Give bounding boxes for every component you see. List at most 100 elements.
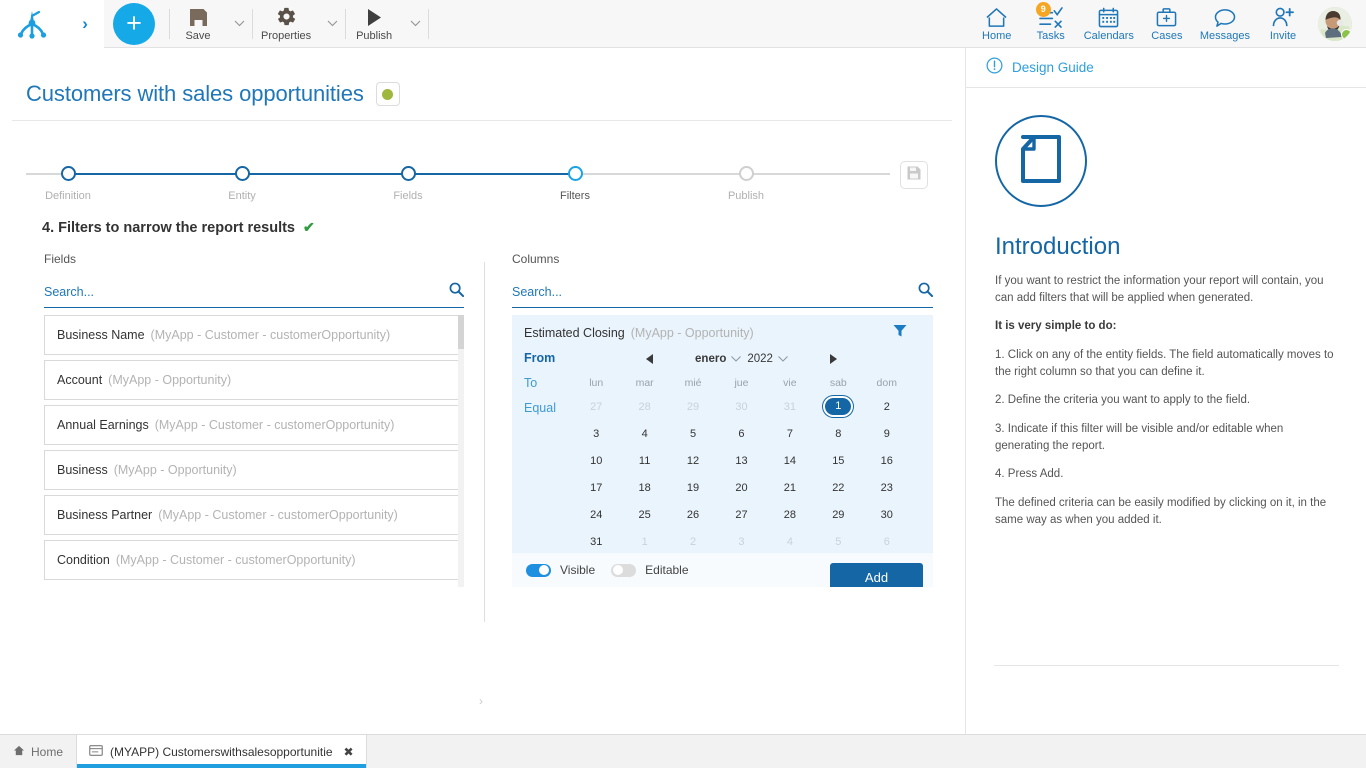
filter-op-to[interactable]: To: [524, 376, 572, 390]
calendar-day[interactable]: 19: [669, 474, 717, 501]
calendar-day[interactable]: 11: [620, 447, 668, 474]
weekday-label: vie: [766, 373, 814, 393]
toolbar-save-button[interactable]: Save: [170, 0, 226, 48]
field-source: (MyApp - Customer - customerOpportunity): [158, 508, 398, 522]
step-filters-dot[interactable]: [568, 166, 583, 181]
user-avatar[interactable]: [1318, 7, 1352, 41]
nav-home-button[interactable]: Home: [970, 0, 1024, 48]
calendar-day[interactable]: 4: [620, 420, 668, 447]
calendar-day[interactable]: 6: [717, 420, 765, 447]
nav-messages-button[interactable]: Messages: [1194, 0, 1256, 48]
fields-search-input[interactable]: [44, 285, 401, 299]
calendar-day[interactable]: 2: [669, 528, 717, 555]
filter-op-from[interactable]: From: [524, 351, 572, 365]
calendar-day[interactable]: 25: [620, 501, 668, 528]
toolbar-properties-caret[interactable]: [319, 0, 345, 48]
calendar-day[interactable]: 17: [572, 474, 620, 501]
step-definition-dot[interactable]: [61, 166, 76, 181]
create-new-button[interactable]: +: [113, 3, 155, 45]
calendar-day[interactable]: 14: [766, 447, 814, 474]
step-filters[interactable]: Filters: [530, 153, 620, 202]
calendar-day[interactable]: 30: [863, 501, 911, 528]
calendar-day[interactable]: 24: [572, 501, 620, 528]
next-arrow-icon[interactable]: [818, 348, 850, 370]
calendar-day[interactable]: 29: [814, 501, 862, 528]
calendar-day[interactable]: 31: [572, 528, 620, 555]
sidebar-expand-icon[interactable]: ›: [82, 14, 88, 34]
step-publish-dot[interactable]: [739, 166, 754, 181]
calendar-day[interactable]: 21: [766, 474, 814, 501]
add-filter-button[interactable]: Add: [830, 563, 923, 587]
calendar-year-select[interactable]: 2022: [747, 353, 788, 365]
calendar-day[interactable]: 7: [766, 420, 814, 447]
list-item[interactable]: Business Partner (MyApp - Customer - cus…: [44, 495, 464, 535]
calendar-day[interactable]: 12: [669, 447, 717, 474]
nav-cases-button[interactable]: Cases: [1140, 0, 1194, 48]
calendar-day[interactable]: 13: [717, 447, 765, 474]
editable-toggle[interactable]: [611, 564, 636, 577]
visible-toggle[interactable]: [526, 564, 551, 577]
design-guide-outro: The defined criteria can be easily modif…: [995, 495, 1336, 528]
calendar-day[interactable]: 9: [863, 420, 911, 447]
step-fields[interactable]: Fields: [363, 153, 453, 202]
columns-search-input[interactable]: [512, 285, 870, 299]
step-fields-dot[interactable]: [401, 166, 416, 181]
calendar-day-selected[interactable]: 1: [814, 393, 862, 420]
status-badge[interactable]: [376, 82, 400, 106]
step-definition[interactable]: Definition: [23, 153, 113, 202]
toolbar-publish-caret[interactable]: [402, 0, 428, 48]
panels-collapse-chevron-icon[interactable]: ›: [479, 692, 483, 710]
toolbar-publish-button[interactable]: Publish: [346, 0, 402, 48]
search-icon[interactable]: [918, 282, 933, 302]
calendar-day[interactable]: 5: [669, 420, 717, 447]
funnel-icon[interactable]: [893, 324, 921, 341]
prev-arrow-icon[interactable]: [633, 348, 665, 370]
nav-invite-button[interactable]: Invite: [1256, 0, 1310, 48]
toolbar-save-caret[interactable]: [226, 0, 252, 48]
calendar-day[interactable]: 3: [717, 528, 765, 555]
calendar-day[interactable]: 20: [717, 474, 765, 501]
filter-card-body: From To Equal enero: [512, 343, 933, 555]
nav-tasks-button[interactable]: 9 Tasks: [1024, 0, 1078, 48]
calendar-day[interactable]: 23: [863, 474, 911, 501]
calendar-day[interactable]: 27: [717, 501, 765, 528]
fields-list[interactable]: Business Name (MyApp - Customer - custom…: [44, 315, 464, 587]
search-icon[interactable]: [449, 282, 464, 302]
list-item[interactable]: Annual Earnings (MyApp - Customer - cust…: [44, 405, 464, 445]
list-item[interactable]: Business (MyApp - Opportunity): [44, 450, 464, 490]
calendar-day[interactable]: 5: [814, 528, 862, 555]
fields-list-scrollbar[interactable]: [458, 315, 464, 587]
calendar-day[interactable]: 10: [572, 447, 620, 474]
step-entity-dot[interactable]: [235, 166, 250, 181]
calendar-day[interactable]: 3: [572, 420, 620, 447]
calendar-day[interactable]: 31: [766, 393, 814, 420]
calendar-day[interactable]: 4: [766, 528, 814, 555]
calendar-day[interactable]: 27: [572, 393, 620, 420]
step-entity[interactable]: Entity: [197, 153, 287, 202]
calendar-day[interactable]: 28: [766, 501, 814, 528]
taskbar-tab[interactable]: (MYAPP) Customerswithsalesopportunitie ✖: [76, 735, 367, 768]
list-item[interactable]: Business Name (MyApp - Customer - custom…: [44, 315, 464, 355]
calendar-day[interactable]: 8: [814, 420, 862, 447]
taskbar-home-button[interactable]: Home: [0, 735, 76, 768]
calendar-day[interactable]: 30: [717, 393, 765, 420]
calendar-day[interactable]: 18: [620, 474, 668, 501]
list-item[interactable]: Account (MyApp - Opportunity): [44, 360, 464, 400]
stepper-save-button[interactable]: [900, 161, 928, 189]
calendar-day[interactable]: 15: [814, 447, 862, 474]
calendar-day[interactable]: 6: [863, 528, 911, 555]
calendar-day[interactable]: 28: [620, 393, 668, 420]
calendar-day[interactable]: 16: [863, 447, 911, 474]
calendar-day[interactable]: 1: [620, 528, 668, 555]
list-item[interactable]: Condition (MyApp - Customer - customerOp…: [44, 540, 464, 580]
calendar-day[interactable]: 29: [669, 393, 717, 420]
toolbar-properties-button[interactable]: Properties: [253, 0, 319, 48]
step-publish[interactable]: Publish: [701, 153, 791, 202]
calendar-month-select[interactable]: enero: [695, 353, 741, 365]
calendar-day[interactable]: 22: [814, 474, 862, 501]
nav-calendars-button[interactable]: Calendars: [1078, 0, 1140, 48]
calendar-day[interactable]: 26: [669, 501, 717, 528]
calendar-day[interactable]: 2: [863, 393, 911, 420]
close-icon[interactable]: ✖: [344, 745, 354, 759]
filter-op-equal[interactable]: Equal: [524, 401, 572, 415]
